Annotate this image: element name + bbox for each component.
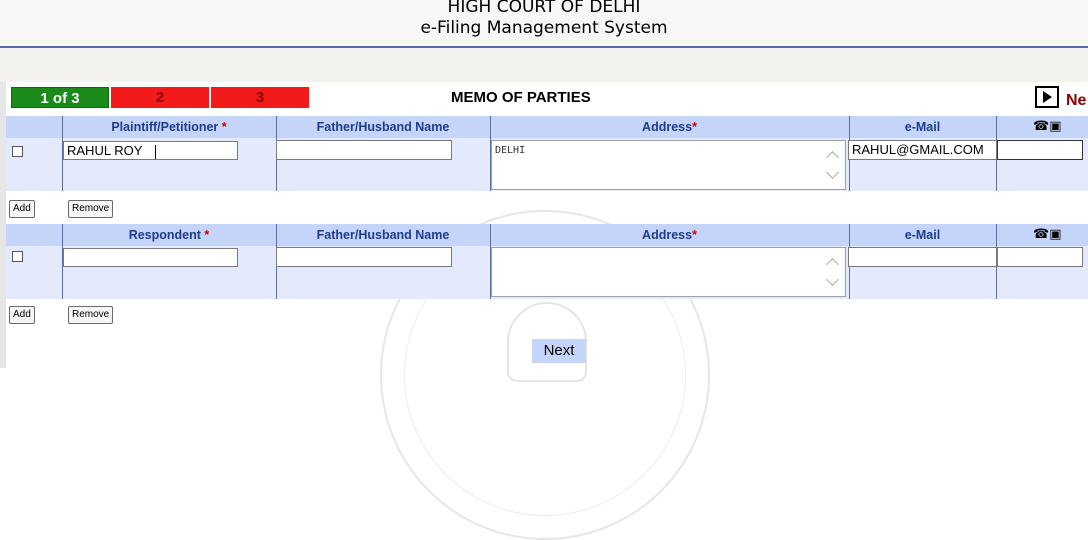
remove-petitioner-button[interactable]: Remove xyxy=(68,200,114,218)
header-email: e-Mail xyxy=(904,120,941,134)
header-father-name: Father/Husband Name xyxy=(316,120,450,134)
page-title: MEMO OF PARTIES xyxy=(451,89,591,106)
step-2[interactable]: 2 xyxy=(111,87,209,108)
phone-and-mobile-icon: ☎▣ xyxy=(1033,119,1062,134)
respondent-name-input[interactable] xyxy=(63,248,238,267)
respondent-address-textarea[interactable] xyxy=(491,247,846,297)
textarea-scrollbar[interactable] xyxy=(821,141,845,189)
header-address: Address* xyxy=(642,228,697,242)
scroll-down-icon[interactable] xyxy=(826,166,839,179)
system-name: e-Filing Management System xyxy=(420,18,668,38)
petitioner-email-input[interactable]: RAHUL@GMAIL.COM xyxy=(848,140,997,160)
scroll-up-icon[interactable] xyxy=(826,151,839,164)
new-link-partial[interactable]: Ne xyxy=(1066,92,1086,110)
textarea-scrollbar[interactable] xyxy=(821,248,845,296)
petitioner-address-textarea[interactable]: DELHI xyxy=(491,140,846,190)
petitioner-father-input[interactable] xyxy=(276,140,452,160)
add-respondent-button[interactable]: Add xyxy=(9,306,35,324)
remove-respondent-button[interactable]: Remove xyxy=(68,306,114,324)
header-father-name: Father/Husband Name xyxy=(316,228,450,242)
respondent-phone-input[interactable] xyxy=(997,247,1083,267)
row-select-checkbox[interactable] xyxy=(12,251,23,262)
header-email: e-Mail xyxy=(904,228,941,242)
header-petitioner: Plaintiff/Petitioner * xyxy=(111,120,227,134)
add-petitioner-button[interactable]: Add xyxy=(9,200,35,218)
step-1[interactable]: 1 of 3 xyxy=(11,87,109,108)
court-name: HIGH COURT OF DELHI xyxy=(447,0,641,17)
scroll-down-icon[interactable] xyxy=(826,273,839,286)
header-address: Address* xyxy=(642,120,697,134)
petitioner-table: Plaintiff/Petitioner * Father/Husband Na… xyxy=(6,116,1088,191)
text-cursor-icon xyxy=(155,145,156,159)
play-arrow-icon[interactable] xyxy=(1035,86,1059,108)
header-respondent: Respondent * xyxy=(128,228,210,242)
phone-and-mobile-icon: ☎▣ xyxy=(1033,227,1062,242)
step-indicator: 1 of 3 2 3 xyxy=(11,87,309,108)
header-band xyxy=(0,48,1088,82)
step-3[interactable]: 3 xyxy=(211,87,309,108)
app-header: HIGH COURT OF DELHI e-Filing Management … xyxy=(0,0,1088,48)
respondent-father-input[interactable] xyxy=(276,247,452,267)
row-select-checkbox[interactable] xyxy=(12,146,23,157)
next-button[interactable]: Next xyxy=(532,339,586,363)
petitioner-name-input[interactable]: RAHUL ROY xyxy=(63,141,238,160)
scroll-up-icon[interactable] xyxy=(826,258,839,271)
petitioner-phone-input[interactable] xyxy=(997,140,1083,160)
respondent-email-input[interactable] xyxy=(848,247,997,267)
respondent-table: Respondent * Father/Husband Name Address… xyxy=(6,224,1088,299)
